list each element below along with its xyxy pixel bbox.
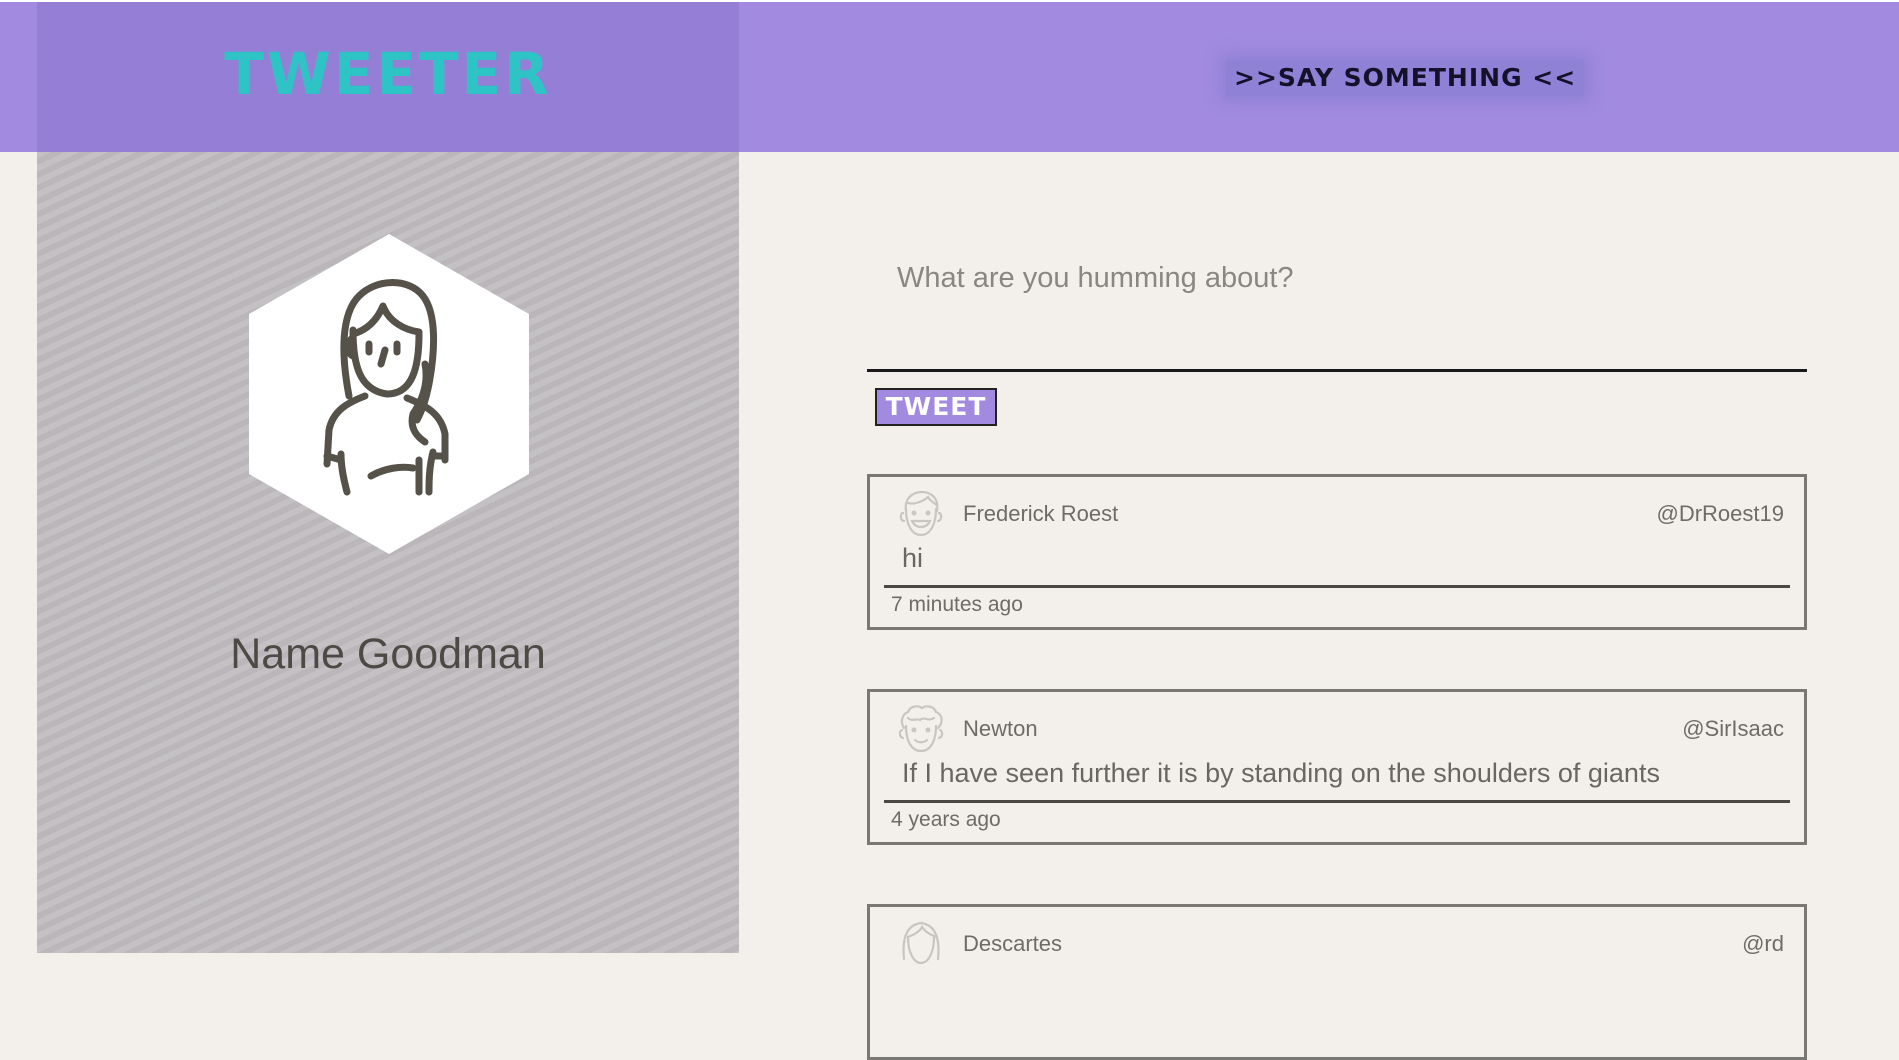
tweet-divider: [884, 585, 1790, 588]
tweet-timestamp: 7 minutes ago: [891, 593, 1023, 616]
woman-avatar-icon: [249, 234, 529, 554]
tweet-button[interactable]: Tweet: [875, 388, 997, 426]
tweet-user-name[interactable]: Descartes: [963, 931, 1062, 957]
tweet-card: Newton @SirIsaac If I have seen further …: [867, 689, 1807, 845]
profile-sidebar: Name Goodman: [37, 152, 739, 953]
say-something-heading: >>Say Something <<: [1226, 60, 1585, 96]
curly-hair-man-avatar-icon: [898, 704, 944, 761]
tweet-user-handle[interactable]: @SirIsaac: [1682, 716, 1784, 742]
tweet-timestamp: 4 years ago: [891, 808, 1001, 831]
page-header: Tweeter >>Say Something <<: [0, 2, 1899, 152]
smiling-man-avatar-icon: [898, 489, 944, 546]
profile-name: Name Goodman: [230, 630, 546, 678]
long-hair-avatar-icon: [898, 919, 944, 976]
app-logo[interactable]: Tweeter: [37, 38, 739, 110]
header-logo-area: Tweeter: [37, 2, 739, 152]
tweet-text: If I have seen further it is by standing…: [902, 758, 1660, 788]
tweet-divider: [884, 800, 1790, 803]
tweet-user-handle[interactable]: @DrRoest19: [1657, 501, 1785, 527]
tweet-card: Frederick Roest @DrRoest19 hi 7 minutes …: [867, 474, 1807, 630]
tweet-user-name[interactable]: Newton: [963, 716, 1038, 742]
tweet-input-underline: [867, 369, 1807, 372]
tweet-text: hi: [902, 543, 924, 573]
profile-avatar: [249, 234, 529, 559]
tweet-user-name[interactable]: Frederick Roest: [963, 501, 1118, 527]
tweet-user-handle[interactable]: @rd: [1742, 931, 1784, 957]
tweet-card: Descartes @rd: [867, 904, 1807, 1060]
tweet-input[interactable]: What are you humming about?: [897, 262, 1294, 295]
